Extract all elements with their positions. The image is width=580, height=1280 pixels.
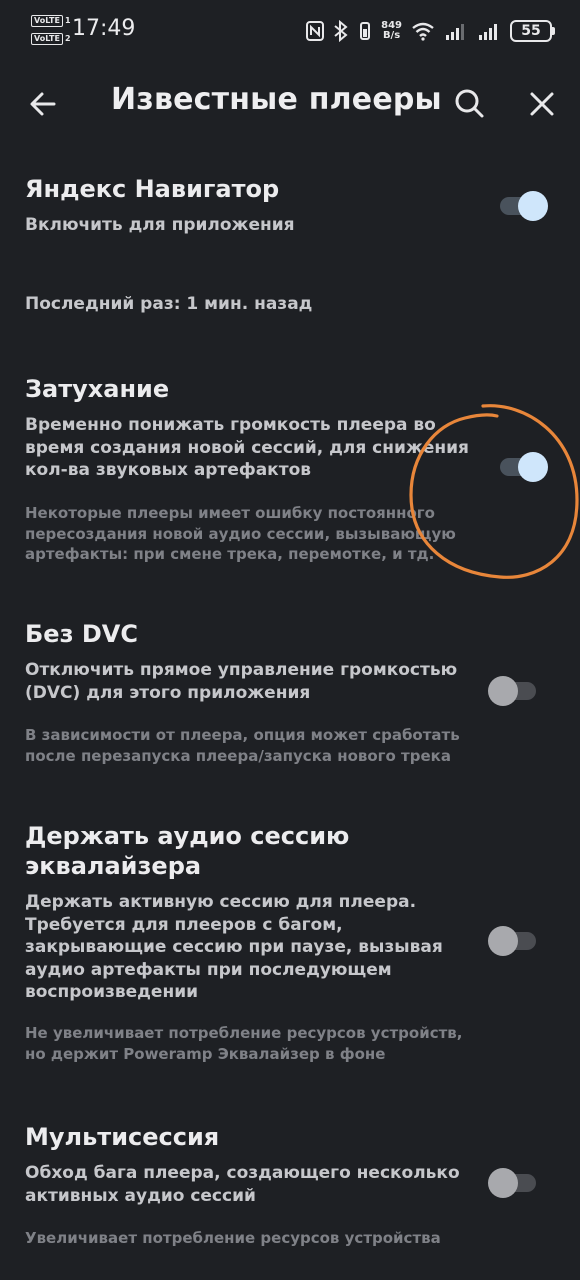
switch-thumb — [518, 191, 548, 221]
fade-switch[interactable] — [496, 449, 548, 483]
yandex-enable-switch[interactable] — [496, 188, 548, 222]
switch-thumb — [488, 676, 518, 706]
setting-description: Обход бага плеера, создающего несколько … — [25, 1163, 460, 1206]
setting-note: В зависимости от плеера, опция может сра… — [25, 726, 460, 765]
search-button[interactable] — [450, 84, 490, 124]
signal-sim2-icon — [479, 24, 497, 40]
nfc-icon — [306, 21, 325, 41]
close-button[interactable] — [522, 84, 562, 124]
status-icons: 849 B/s 55 — [306, 18, 555, 44]
volte-sim1-indicator: VoLTE 1 — [31, 15, 71, 27]
app-bar: Известные плееры — [0, 70, 580, 134]
setting-description: Отключить прямое управление громкостью (… — [25, 660, 458, 703]
setting-title: Держать аудио сессию эквалайзера — [25, 822, 350, 880]
setting-description: Временно понижать громкость плеера во вр… — [25, 415, 469, 480]
setting-title: Без DVC — [25, 620, 138, 648]
volte-label: VoLTE — [31, 15, 63, 27]
page-title: Известные плееры — [111, 82, 442, 117]
bluetooth-icon — [334, 20, 348, 42]
vibrate-battery-icon — [360, 22, 371, 40]
battery-indicator: 55 — [510, 20, 555, 42]
sim1-label: 1 — [64, 16, 71, 25]
close-icon — [530, 92, 554, 116]
last-seen-text: Последний раз: 1 мин. назад — [25, 294, 313, 314]
status-time: 17:49 — [72, 16, 136, 41]
volte-sim2-indicator: VoLTE 2 — [31, 33, 71, 45]
battery-level: 55 — [521, 23, 541, 39]
network-speed: 849 B/s — [381, 21, 402, 41]
back-arrow-icon — [30, 92, 56, 116]
multisession-switch[interactable] — [488, 1165, 540, 1199]
sim2-label: 2 — [64, 34, 71, 43]
search-icon — [455, 89, 484, 118]
network-speed-unit: B/s — [382, 30, 401, 41]
switch-thumb — [488, 926, 518, 956]
keep-session-switch[interactable] — [488, 923, 540, 957]
setting-description: Включить для приложения — [25, 215, 295, 235]
volte-label: VoLTE — [31, 33, 63, 45]
setting-title: Яндекс Навигатор — [25, 175, 280, 203]
setting-title: Затухание — [25, 375, 170, 403]
setting-note: Некоторые плееры имеет ошибку постоянног… — [25, 504, 456, 563]
signal-sim1-icon — [446, 24, 464, 40]
setting-note: Не увеличивает потребление ресурсов устр… — [25, 1024, 463, 1063]
switch-thumb — [488, 1168, 518, 1198]
setting-title: Мультисессия — [25, 1123, 220, 1151]
setting-description: Держать активную сессию для плеера. Треб… — [25, 892, 443, 1002]
wifi-icon — [412, 22, 434, 41]
no-dvc-switch[interactable] — [488, 673, 540, 707]
setting-note: Увеличивает потребление ресурсов устройс… — [25, 1229, 441, 1247]
switch-thumb — [518, 452, 548, 482]
back-button[interactable] — [24, 84, 64, 124]
status-bar: VoLTE 1 VoLTE 2 17:49 849 B/s 55 — [0, 0, 580, 60]
